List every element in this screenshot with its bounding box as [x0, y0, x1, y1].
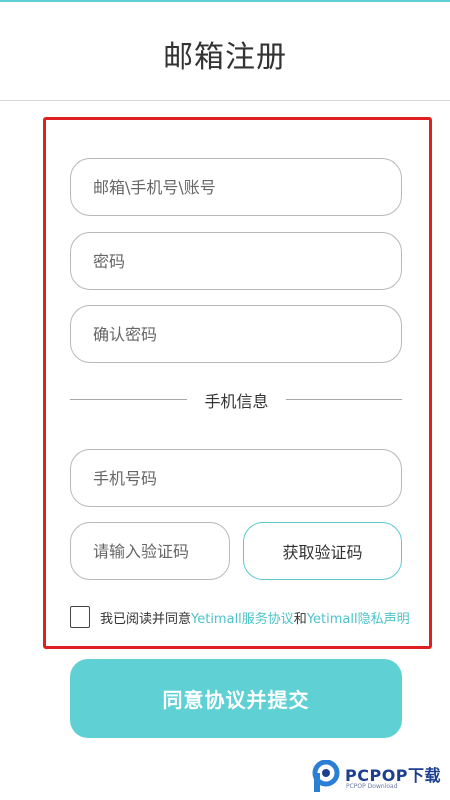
pcpop-logo-icon — [312, 760, 340, 792]
confirm-password-input[interactable] — [70, 305, 402, 363]
agree-checkbox[interactable] — [70, 606, 90, 628]
divider-right — [286, 399, 402, 400]
get-code-button[interactable]: 获取验证码 — [243, 522, 402, 580]
password-input[interactable] — [70, 232, 402, 290]
account-input[interactable] — [70, 158, 402, 216]
agreement-prefix: 我已阅读并同意 — [100, 611, 192, 627]
submit-button[interactable]: 同意协议并提交 — [70, 659, 402, 738]
header: 邮箱注册 — [0, 0, 450, 101]
phone-section-label: 手机信息 — [204, 392, 269, 411]
verification-code-input[interactable] — [70, 522, 230, 580]
watermark-sub: PCPOP Download — [346, 783, 398, 790]
agreement-row: 我已阅读并同意Yetimall服务协议和Yetimall隐私声明 — [70, 604, 410, 630]
page-title: 邮箱注册 — [163, 40, 287, 75]
phone-input[interactable] — [70, 449, 402, 507]
privacy-statement-link[interactable]: Yetimall隐私声明 — [307, 612, 410, 627]
agreement-joiner: 和 — [293, 611, 307, 627]
service-agreement-link[interactable]: Yetimall服务协议 — [191, 612, 294, 627]
divider-left — [70, 399, 187, 400]
agreement-text: 我已阅读并同意Yetimall服务协议和Yetimall隐私声明 — [100, 608, 410, 627]
watermark: PCPOP下载 PCPOP Download — [311, 758, 446, 796]
